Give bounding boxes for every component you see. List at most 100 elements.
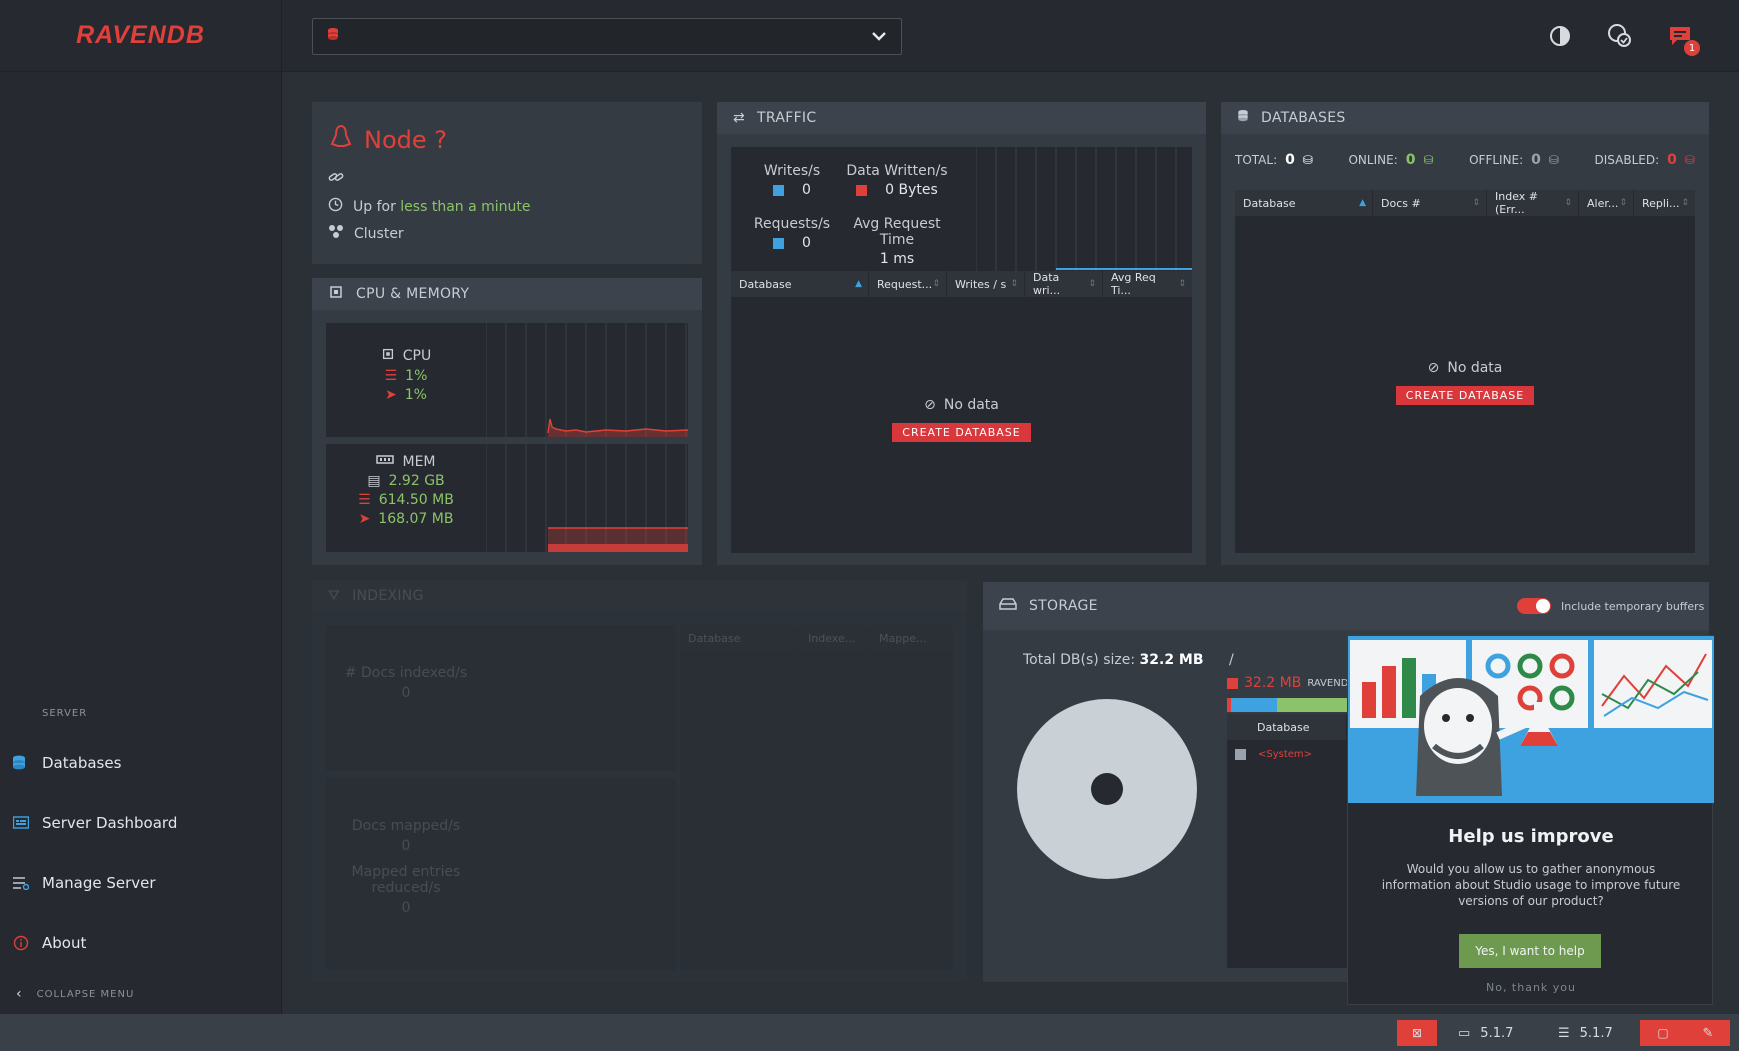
sidebar-item-databases[interactable]: Databases	[12, 754, 121, 772]
node-panel: Node ? Up for less than a minute Cluster	[312, 102, 702, 264]
sort-icon: ⇕	[1619, 198, 1627, 208]
node-link[interactable]	[328, 170, 344, 188]
footer-tools-button[interactable]: ✎	[1686, 1020, 1730, 1046]
uptime-row: Up for less than a minute	[328, 197, 531, 216]
writes-label: Writes/s	[763, 163, 821, 179]
column-header-replication[interactable]: Repli... ⇕	[1634, 190, 1695, 216]
footer-feedback-button[interactable]: ▢	[1640, 1020, 1686, 1046]
online-label: ONLINE:	[1348, 153, 1398, 167]
requests-label: Requests/s	[753, 216, 831, 232]
footer-alert-button[interactable]: ⊠	[1397, 1020, 1437, 1046]
docs-mapped-label: Docs mapped/s	[351, 818, 461, 834]
traffic-body: Writes/s 0 Data Written/s 0 Bytes Requests…	[731, 147, 1192, 553]
create-database-button[interactable]: CREATE DATABASE	[892, 423, 1031, 442]
monitor-icon: ▭	[1458, 1025, 1471, 1041]
mapped-reduced-value: 0	[401, 900, 411, 916]
sidebar-item-server-dashboard[interactable]: Server Dashboard	[12, 814, 177, 832]
ravendb-logo[interactable]: RAVENDB	[76, 21, 205, 50]
database-select[interactable]	[312, 18, 902, 55]
column-header-requests[interactable]: Request... ⇕	[869, 271, 947, 297]
server-version-value: 5.1.7	[1579, 1025, 1613, 1041]
cluster-status-icon[interactable]	[1606, 22, 1634, 50]
cluster-label: Cluster	[354, 225, 404, 242]
data-written-value: 0 Bytes	[885, 182, 938, 198]
sort-icon: ⇕	[1088, 279, 1096, 289]
manage-server-icon	[12, 874, 30, 892]
disabled-label: DISABLED:	[1594, 153, 1660, 167]
total-size-label: Total DB(s) size:	[1023, 652, 1136, 668]
feedback-icon: ▢	[1657, 1026, 1669, 1040]
column-header-docs[interactable]: Docs # ⇕	[1373, 190, 1487, 216]
column-header-index-errors[interactable]: Index # (Err... ⇕	[1487, 190, 1579, 216]
traffic-no-data: ⊘ No data CREATE DATABASE	[731, 397, 1192, 442]
cpu-icon	[328, 284, 344, 304]
column-header-alerts[interactable]: Aler... ⇕	[1579, 190, 1634, 216]
sort-icon: ⇕	[1178, 279, 1186, 289]
clock-icon	[328, 197, 343, 216]
cluster-row: Cluster	[328, 224, 404, 243]
theme-toggle-icon[interactable]	[1546, 22, 1574, 50]
wrench-icon: ✎	[1702, 1025, 1714, 1041]
chevron-down-icon	[871, 29, 887, 45]
writes-legend-swatch	[773, 184, 785, 196]
storage-icon	[999, 598, 1017, 614]
mem-total-value: 2.92 GB	[388, 473, 445, 489]
indexing-stats-top: # Docs indexed/s 0	[326, 625, 676, 771]
storage-size-bar	[1227, 698, 1347, 712]
notifications-icon[interactable]: 1	[1666, 22, 1700, 56]
storage-legend-swatch	[1227, 677, 1238, 689]
storage-table: Database <System>	[1227, 714, 1347, 968]
total-value: 0	[1285, 152, 1295, 168]
status-footer: ⊠ ▭ 5.1.7 ☰ 5.1.7 ▢ ✎	[0, 1014, 1739, 1051]
docs-mapped-value: 0	[401, 838, 411, 854]
accept-help-button[interactable]: Yes, I want to help	[1459, 934, 1601, 968]
column-header-mapped[interactable]: Mappe...	[871, 625, 953, 651]
row-checkbox[interactable]	[1235, 748, 1246, 760]
mem-machine-value: 614.50 MB	[378, 492, 454, 508]
column-header-avg-req-time[interactable]: Avg Req Ti... ⇕	[1103, 271, 1192, 297]
temporary-buffers-toggle[interactable]	[1517, 598, 1551, 614]
studio-version[interactable]: ▭ 5.1.7	[1458, 1020, 1513, 1046]
sidebar-item-manage-server[interactable]: Manage Server	[12, 874, 156, 892]
sidebar-item-label: Manage Server	[42, 874, 156, 892]
column-header-database[interactable]: Database	[680, 625, 800, 651]
column-header-writes[interactable]: Writes / s ⇕	[947, 271, 1025, 297]
docs-indexed-label: # Docs indexed/s	[344, 665, 468, 681]
indexing-icon: ⛛	[328, 588, 341, 604]
column-header-data-written[interactable]: Data wri... ⇕	[1025, 271, 1103, 297]
offline-db-icon: ⛁	[1548, 153, 1559, 167]
server-version[interactable]: ☰ 5.1.7	[1558, 1020, 1613, 1046]
sidebar-item-about[interactable]: About	[12, 934, 86, 952]
machine-usage-icon: ☰	[384, 368, 398, 384]
column-header-database[interactable]: Database	[1227, 714, 1347, 740]
cpu-icon	[381, 347, 395, 365]
studio-version-value: 5.1.7	[1480, 1025, 1514, 1041]
collapse-menu-button[interactable]: ‹ COLLAPSE MENU	[16, 986, 134, 1002]
cpu-memory-title: CPU & MEMORY	[356, 286, 470, 302]
decline-help-button[interactable]: No, thank you	[1348, 981, 1714, 994]
total-size-row: Total DB(s) size: 32.2 MB	[1023, 652, 1204, 668]
databases-no-data: ⊘ No data CREATE DATABASE	[1235, 360, 1695, 405]
online-value: 0	[1405, 152, 1416, 168]
total-size-value: 32.2 MB	[1139, 652, 1204, 668]
total-memory-icon: ▤	[367, 473, 381, 489]
docs-indexed-value: 0	[401, 685, 411, 701]
data-written-label: Data Written/s	[846, 163, 948, 179]
uptime-prefix: Up for	[353, 198, 396, 215]
column-header-indexed[interactable]: Indexe...	[800, 625, 871, 651]
total-db-icon: ⛁	[1302, 153, 1313, 167]
cluster-icon	[328, 224, 344, 243]
column-header-database[interactable]: Database ▲	[731, 271, 869, 297]
column-header-database[interactable]: Database ▲	[1235, 190, 1373, 216]
sort-icon: ⇕	[1564, 198, 1572, 208]
databases-table-header: Database ▲ Docs # ⇕ Index # (Err... ⇕ Aler.…	[1235, 190, 1695, 216]
traffic-title: TRAFFIC	[757, 110, 817, 126]
node-title: Node ?	[330, 124, 447, 156]
no-data-label: No data	[1447, 360, 1503, 376]
storage-row[interactable]: <System>	[1227, 742, 1347, 766]
create-database-button[interactable]: CREATE DATABASE	[1395, 386, 1535, 405]
sidebar: RAVENDB SERVER Databases Server Dashboar…	[0, 0, 282, 1014]
sidebar-item-label: Databases	[42, 754, 122, 772]
requests-value: 0	[802, 235, 811, 251]
sort-icon: ⇕	[1472, 198, 1480, 208]
